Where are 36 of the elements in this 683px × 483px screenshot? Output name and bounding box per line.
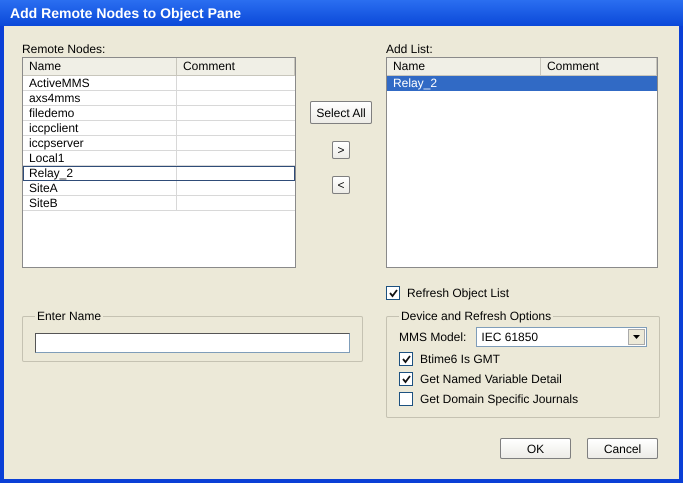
column-header[interactable]: Name [23,58,177,75]
table-row[interactable]: iccpserver [23,136,295,151]
mms-model-dropdown[interactable]: IEC 61850 [476,327,647,347]
cancel-button[interactable]: Cancel [587,438,658,459]
checkbox[interactable]: Get Named Variable Detail [399,369,647,389]
column-header[interactable]: Name [387,58,541,75]
window-title: Add Remote Nodes to Object Pane [0,0,683,26]
column-header[interactable]: Comment [177,58,295,75]
table-row[interactable]: ActiveMMS [23,76,295,91]
table-row[interactable]: axs4mms [23,91,295,106]
table-row[interactable]: Relay_2 [23,166,295,181]
select-all-button[interactable]: Select All [310,101,372,124]
table-row[interactable]: Relay_2 [387,76,657,91]
table-row[interactable]: SiteB [23,196,295,211]
remote-nodes-table[interactable]: Name Comment ActiveMMS axs4mms filedemo iccpclient iccpserver Local1 Relay_2 SiteA SiteB [22,57,296,268]
checkmark-icon [402,374,410,384]
column-header[interactable]: Comment [541,58,657,75]
list-label: Add List: [386,42,434,57]
move-button[interactable]: < [332,176,350,194]
add-list-table[interactable]: Name Comment Relay_2 [386,57,658,268]
move-button[interactable]: > [332,141,350,159]
group-label: Enter Name [36,309,102,323]
name-input-field[interactable] [35,333,350,353]
checkbox[interactable]: Refresh Object List [386,283,660,303]
table-row[interactable]: Local1 [23,151,295,166]
checkmark-icon [388,288,398,298]
checkmark-icon [402,354,410,364]
field-label: MMS Model: [399,330,466,344]
checkbox[interactable]: Get Domain Specific Journals [399,389,647,409]
group-label: Device and Refresh Options [400,309,552,323]
table-row[interactable]: filedemo [23,106,295,121]
checkbox[interactable]: Btime6 Is GMT [399,349,647,369]
table-row[interactable]: iccpclient [23,121,295,136]
ok-button[interactable]: OK [500,438,571,459]
list-label: Remote Nodes: [22,42,106,57]
table-row[interactable]: SiteA [23,181,295,196]
